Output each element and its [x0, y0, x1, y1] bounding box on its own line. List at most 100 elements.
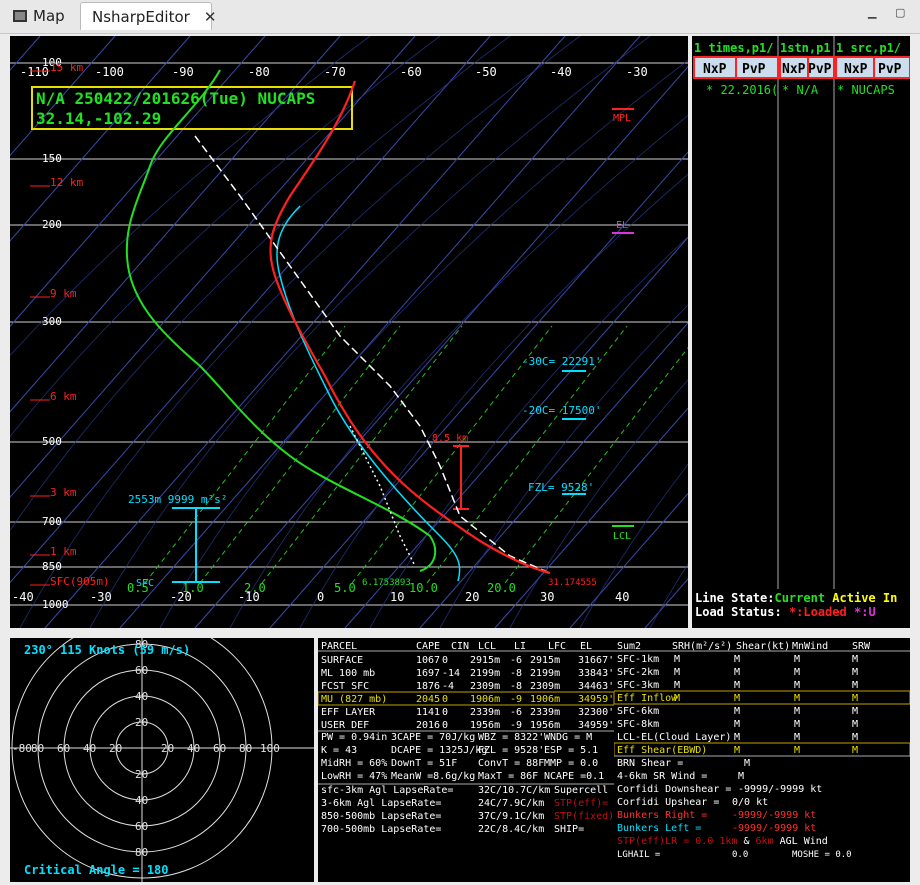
- pressure-label: 150: [42, 152, 62, 165]
- level-label: 8.5 km: [432, 433, 468, 444]
- lapse-rate-label: 850-500mb LapseRate=: [321, 811, 441, 822]
- parcel-cell: -8: [510, 668, 522, 679]
- close-icon[interactable]: ✕: [204, 8, 217, 26]
- summary-cell: M: [674, 693, 680, 704]
- time-next-button[interactable]: NxP: [693, 56, 737, 79]
- station-list-item[interactable]: * N/A: [782, 83, 819, 97]
- parcel-cell: EFF LAYER: [321, 707, 376, 718]
- parcel-cell: 2199m: [470, 668, 500, 679]
- svg-text:40: 40: [83, 742, 96, 755]
- severe-index: STP(fixed): [554, 811, 614, 822]
- minus30c-label: -30C= 22291': [522, 355, 601, 368]
- summary-header: MnWind: [792, 641, 828, 652]
- parcel-misc: MidRH = 60%: [321, 758, 387, 769]
- summary-param-label: Corfidi Downshear =: [617, 784, 731, 795]
- top-temp-label: -60: [400, 65, 422, 79]
- svg-text:60: 60: [135, 664, 148, 677]
- height-label: 3 km: [50, 486, 77, 499]
- station-next-button[interactable]: NxP: [779, 56, 809, 79]
- parcel-cell: 34959': [578, 694, 614, 705]
- mixing-ratio-label: 20.0: [487, 581, 516, 595]
- source-next-button[interactable]: NxP: [835, 56, 875, 79]
- summary-cell: M: [794, 745, 800, 756]
- svg-text:NxP: NxP: [782, 62, 806, 77]
- lapse-rate-value: 22C/8.4C/km: [478, 824, 544, 835]
- tab-nsharp-editor[interactable]: NsharpEditor ✕: [80, 2, 216, 30]
- tab-map[interactable]: Map: [6, 2, 81, 30]
- parcel-misc: MeanW =8.6g/kg: [391, 771, 475, 782]
- parcel-cell: 2339m: [530, 707, 560, 718]
- mixing-ratio-label: 10.0: [409, 581, 438, 595]
- summary-header: Shear(kt): [736, 641, 790, 652]
- bottom-temp-label: -20: [170, 590, 192, 604]
- lapse-rate-label: 3-6km Agl LapseRate=: [321, 798, 441, 809]
- source-prev-button[interactable]: PvP: [873, 56, 910, 79]
- dewpoint-sfc-value: 6.1753893: [362, 578, 411, 588]
- parcel-cell: 0: [442, 720, 448, 731]
- time-station-list-panel: 1 times,p1/ 1stn,p1 1 src,p1/ NxP PvP Nx…: [692, 36, 910, 628]
- summary-cell: M: [852, 745, 858, 756]
- height-label: 6 km: [50, 390, 77, 403]
- parcel-header: CAPE: [416, 641, 440, 652]
- map-icon: [13, 10, 27, 22]
- tab-nsharp-label: NsharpEditor: [92, 7, 190, 26]
- parcel-cell: 2915m: [470, 655, 500, 666]
- summary-cell: M: [794, 680, 800, 691]
- summary-param-label: BRN Shear =: [617, 758, 683, 769]
- svg-text:60: 60: [213, 742, 226, 755]
- stations-header: 1stn,p1: [780, 41, 831, 55]
- summary-cell: M: [794, 654, 800, 665]
- lapse-rate-label: sfc-3km Agl LapseRate=: [321, 785, 453, 796]
- summary-cell: M: [734, 745, 740, 756]
- parcel-cell: -6: [510, 707, 522, 718]
- moshe-value: MOSHE = 0.0: [792, 850, 852, 860]
- summary-cell: M: [734, 680, 740, 691]
- bottom-temp-label: 20: [465, 590, 479, 604]
- summary-cell: M: [794, 719, 800, 730]
- station-prev-button[interactable]: PvP: [807, 56, 835, 79]
- pressure-label: 200: [42, 218, 62, 231]
- height-label: SFC(905m): [50, 575, 110, 588]
- parcel-misc: DownT = 51F: [391, 758, 457, 769]
- parcel-misc: WNDG = M: [544, 732, 592, 743]
- source-list-item[interactable]: * NUCAPS: [837, 83, 895, 97]
- parcel-cell: -8: [510, 681, 522, 692]
- summary-cell: M: [734, 732, 740, 743]
- times-header: 1 times,p1/: [694, 41, 773, 55]
- parcel-cell: 2199m: [530, 668, 560, 679]
- parcel-cell: 1141: [416, 707, 440, 718]
- summary-cell: M: [674, 654, 680, 665]
- summary-param-value: M: [738, 771, 744, 782]
- parcel-cell: MU (827 mb): [321, 694, 387, 705]
- summary-cell: M: [794, 706, 800, 717]
- skewt-panel[interactable]: N/A 250422/201626(Tue) NUCAPS 32.14,-102…: [10, 36, 688, 628]
- parcel-misc: NCAPE =0.1: [544, 771, 604, 782]
- svg-text:20: 20: [135, 716, 148, 729]
- svg-text:40: 40: [187, 742, 200, 755]
- minus20c-label: -20C= 17500': [522, 404, 601, 417]
- hodograph-panel[interactable]: 20 20 20 20 40 40 40 40 60 60 60 60 80 80 80 80 -80 100 2…: [10, 638, 314, 882]
- parcel-cell: 2339m: [470, 707, 500, 718]
- parcel-header: CIN: [451, 641, 469, 652]
- summary-cell: M: [852, 680, 858, 691]
- maximize-icon[interactable]: ▢: [895, 6, 907, 19]
- summary-cell: M: [734, 667, 740, 678]
- parcel-cell: 33843': [578, 668, 614, 679]
- summary-cell: M: [674, 667, 680, 678]
- svg-text:20: 20: [109, 742, 122, 755]
- bottom-temp-label: -30: [90, 590, 112, 604]
- svg-text:60: 60: [57, 742, 70, 755]
- svg-text:-80: -80: [12, 742, 32, 755]
- severe-index: STP(eff)=: [554, 798, 608, 809]
- summary-header: SRH(m²/s²): [672, 641, 732, 652]
- time-prev-button[interactable]: PvP: [735, 56, 779, 79]
- parcel-misc: K = 43: [321, 745, 357, 756]
- parcel-cell: 32300': [578, 707, 614, 718]
- pressure-label: 300: [42, 315, 62, 328]
- top-temp-label: -40: [550, 65, 572, 79]
- fzl-label: FZL= 9528': [528, 481, 594, 494]
- bottom-temp-label: -40: [12, 590, 34, 604]
- minimize-icon[interactable]: ▁: [868, 6, 880, 19]
- time-list-item[interactable]: * 22.2016(: [706, 83, 778, 97]
- summary-header: Sum2: [617, 641, 641, 652]
